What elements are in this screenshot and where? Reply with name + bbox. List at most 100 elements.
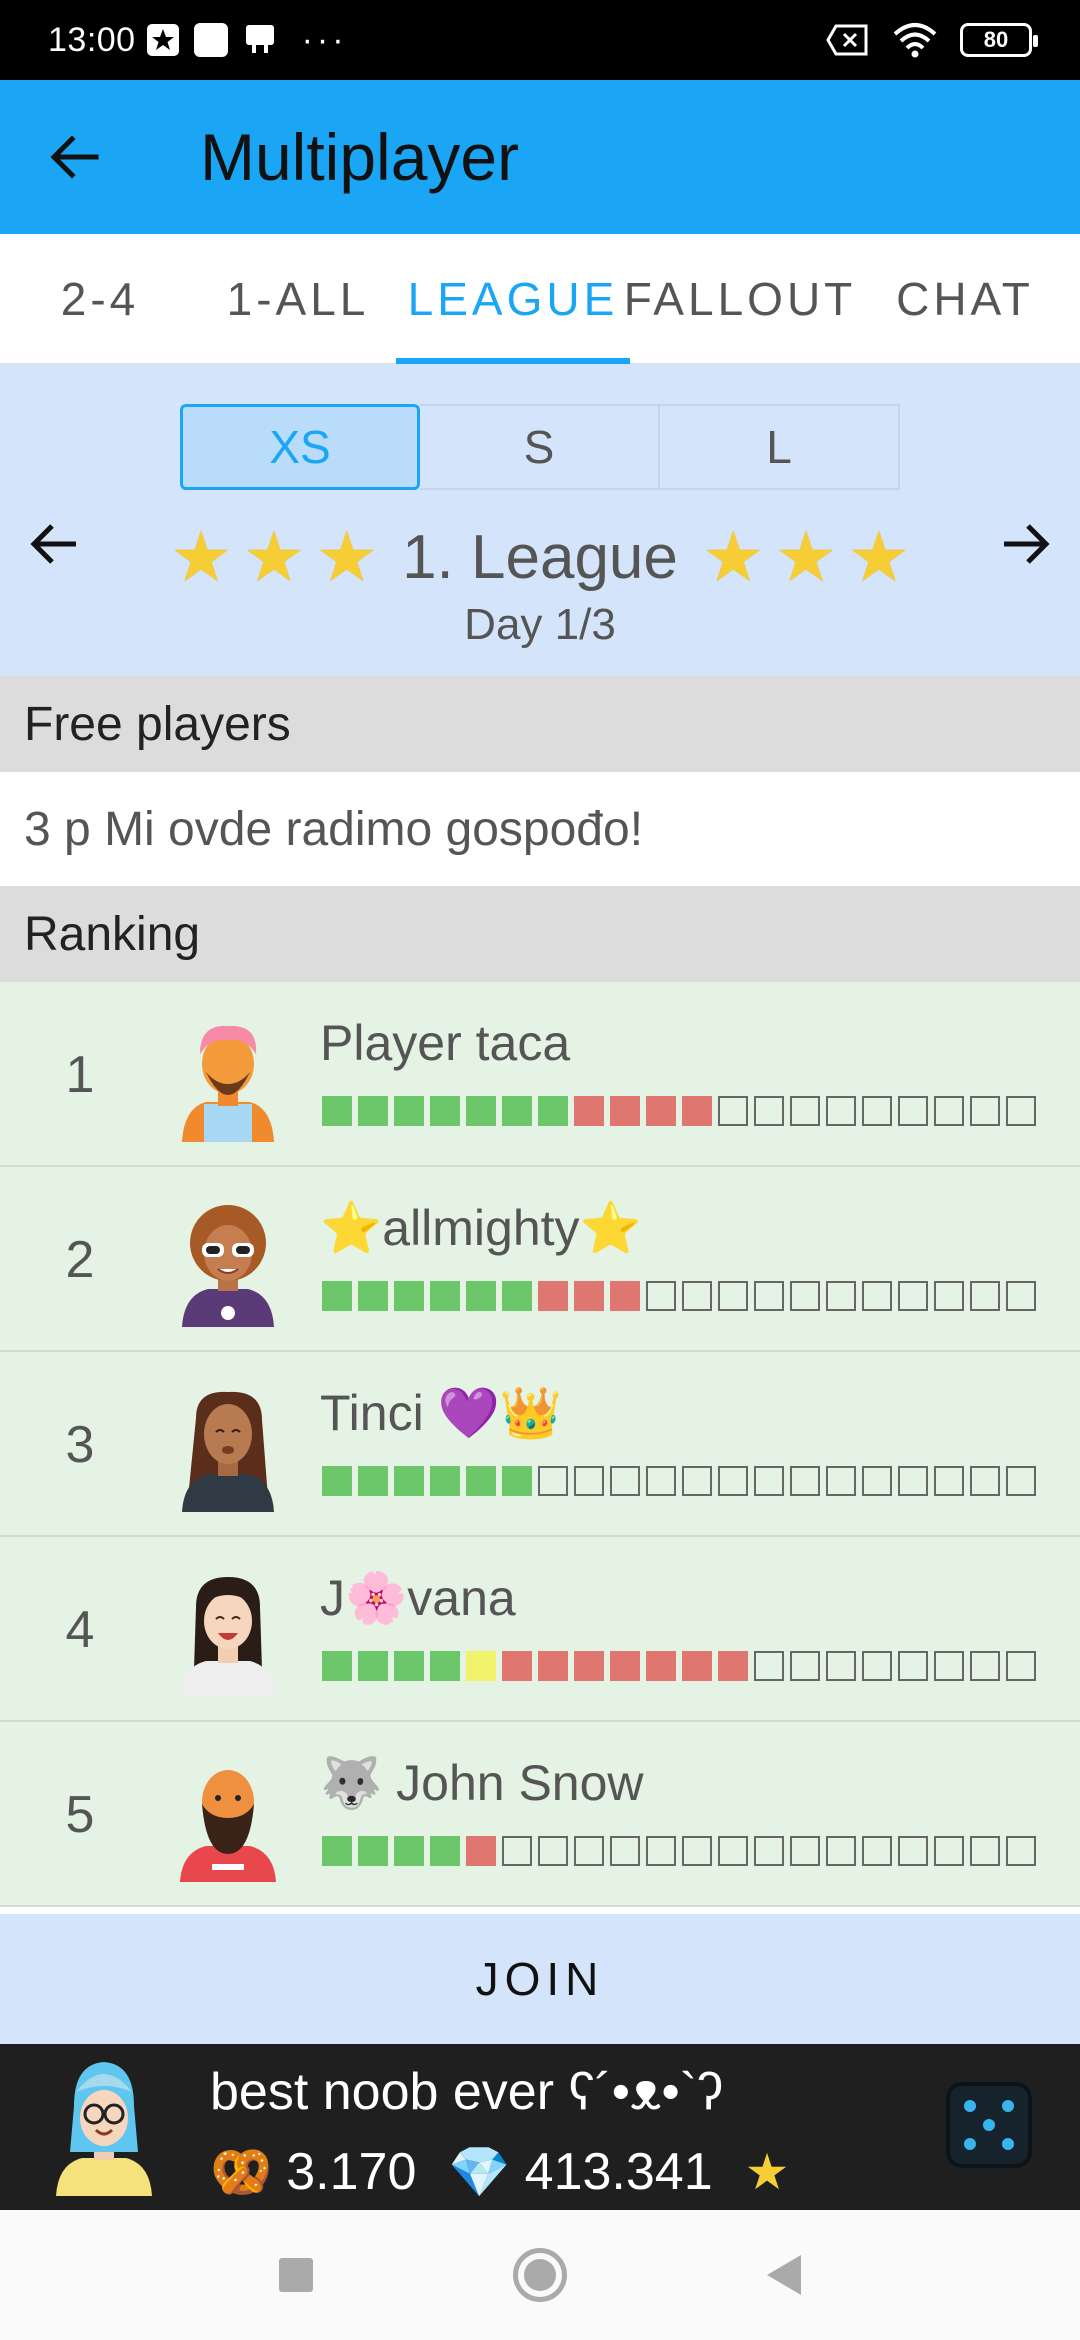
tab-2-4[interactable]: 2-4 — [0, 234, 200, 364]
progress-empty-box — [754, 1096, 784, 1126]
back-nav-button[interactable] — [767, 2255, 801, 2295]
progress-empty-box — [862, 1836, 892, 1866]
recents-button[interactable] — [279, 2258, 313, 2292]
progress-win-box — [430, 1651, 460, 1681]
tab-fallout[interactable]: FALLOUT — [624, 234, 853, 364]
tab-league[interactable]: LEAGUE — [396, 234, 630, 364]
player-name: ⭐allmighty⭐ — [320, 1200, 642, 1256]
progress-win-box — [466, 1281, 496, 1311]
progress-loss-box — [466, 1836, 496, 1866]
join-button[interactable]: JOIN — [0, 1914, 1080, 2044]
free-players-row[interactable]: 3 p Mi ovde radimo gospođo! — [0, 772, 1080, 886]
progress-empty-box — [754, 1281, 784, 1311]
progress-win-box — [358, 1096, 388, 1126]
progress-empty-box — [970, 1651, 1000, 1681]
progress-loss-box — [682, 1651, 712, 1681]
progress-empty-box — [718, 1281, 748, 1311]
home-button[interactable] — [513, 2248, 567, 2302]
sim-off-icon — [826, 24, 868, 56]
progress-empty-box — [682, 1281, 712, 1311]
tab-1-all[interactable]: 1-ALL — [200, 234, 396, 364]
size-s-button[interactable]: S — [420, 404, 660, 490]
player-display-name: best noob ever ʕ´•ᴥ•`ʔ — [210, 2063, 724, 2121]
avatar — [180, 1577, 276, 1697]
progress-empty-box — [1006, 1096, 1036, 1126]
progress-empty-box — [790, 1836, 820, 1866]
progress-empty-box — [646, 1836, 676, 1866]
progress-win-box — [466, 1096, 496, 1126]
more-dots-icon: ··· — [301, 20, 348, 59]
progress-bar — [322, 1651, 1036, 1681]
ranking-row[interactable]: 2 ⭐allmighty⭐ — [0, 1167, 1080, 1352]
progress-empty-box — [718, 1466, 748, 1496]
progress-loss-box — [610, 1096, 640, 1126]
progress-empty-box — [538, 1836, 568, 1866]
progress-loss-box — [610, 1281, 640, 1311]
star-icon: ★ — [847, 518, 911, 596]
progress-bar — [322, 1096, 1036, 1126]
pretzel-icon: 🥨 — [210, 2143, 273, 2200]
tab-chat[interactable]: CHAT — [850, 234, 1080, 364]
player-name: J🌸vana — [320, 1570, 516, 1626]
progress-empty-box — [934, 1466, 964, 1496]
rank-number: 4 — [65, 1600, 95, 1659]
progress-win-box — [322, 1096, 352, 1126]
league-title: 1. League — [402, 522, 678, 592]
league-title-row: ★ ★ ★ 1. League ★ ★ ★ — [0, 512, 1080, 602]
avatar — [182, 1391, 274, 1512]
progress-empty-box — [826, 1651, 856, 1681]
progress-empty-box — [754, 1836, 784, 1866]
dice-icon[interactable] — [946, 2082, 1032, 2168]
ranking-row[interactable]: 5 🐺 John Snow — [0, 1722, 1080, 1907]
progress-empty-box — [682, 1466, 712, 1496]
progress-win-box — [430, 1281, 460, 1311]
star-icon: ★ — [774, 518, 838, 596]
progress-empty-box — [790, 1096, 820, 1126]
progress-win-box — [394, 1096, 424, 1126]
game-notification-icon — [245, 25, 274, 53]
league-day: Day 1/3 — [464, 600, 616, 649]
player-name: Tinci 💜👑 — [320, 1385, 563, 1441]
progress-win-box — [322, 1651, 352, 1681]
star-icon: ★ — [242, 518, 306, 596]
progress-empty-box — [754, 1651, 784, 1681]
progress-win-box — [394, 1466, 424, 1496]
progress-loss-box — [646, 1651, 676, 1681]
league-header: XS S L ★ ★ ★ 1. League ★ ★ ★ Day 1/3 — [0, 364, 1080, 676]
system-nav-bar — [0, 2210, 1080, 2340]
progress-win-box — [430, 1836, 460, 1866]
progress-empty-box — [898, 1836, 928, 1866]
battery-level: 80 — [983, 27, 1009, 52]
progress-win-box — [358, 1836, 388, 1866]
progress-empty-box — [826, 1096, 856, 1126]
progress-empty-box — [862, 1651, 892, 1681]
size-xs-button[interactable]: XS — [180, 404, 420, 490]
progress-empty-box — [898, 1651, 928, 1681]
progress-win-box — [358, 1281, 388, 1311]
back-button[interactable] — [0, 80, 150, 234]
ranking-row[interactable]: 3 Tinci 💜👑 — [0, 1352, 1080, 1537]
ranking-row[interactable]: 4 J🌸vana — [0, 1537, 1080, 1722]
status-right: 80 — [826, 22, 1038, 58]
ranking-header: Ranking — [0, 886, 1080, 982]
pretzel-count: 3.170 — [286, 2143, 417, 2201]
progress-empty-box — [790, 1466, 820, 1496]
rank-number: 3 — [65, 1415, 95, 1474]
progress-empty-box — [646, 1466, 676, 1496]
star-icon: ★ — [169, 518, 233, 596]
progress-empty-box — [826, 1281, 856, 1311]
progress-empty-box — [862, 1466, 892, 1496]
progress-empty-box — [754, 1466, 784, 1496]
progress-loss-box — [502, 1651, 532, 1681]
rank-number: 5 — [65, 1785, 95, 1844]
progress-win-box — [358, 1466, 388, 1496]
avatar — [182, 1025, 274, 1142]
progress-empty-box — [790, 1281, 820, 1311]
ranking-row[interactable]: 1 Player taca — [0, 982, 1080, 1167]
wifi-icon — [893, 23, 937, 58]
star-icon: ★ — [315, 518, 379, 596]
size-l-button[interactable]: L — [660, 404, 900, 490]
progress-bar — [322, 1281, 1036, 1311]
avatar[interactable] — [52, 2056, 156, 2196]
progress-win-box — [322, 1836, 352, 1866]
